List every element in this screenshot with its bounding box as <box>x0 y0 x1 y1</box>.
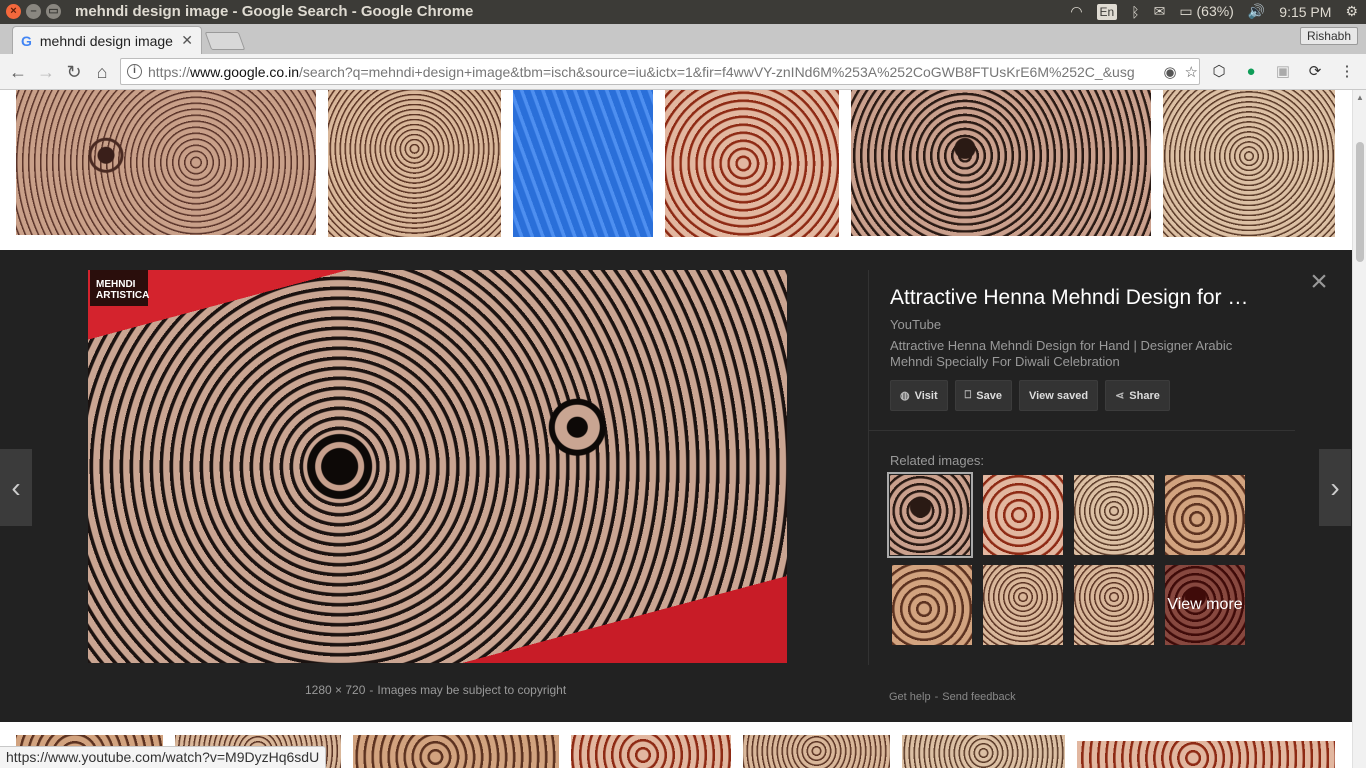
result-image-6[interactable] <box>1163 90 1335 237</box>
image-dimensions: 1280 × 720 <box>305 683 366 697</box>
window-maximize-button[interactable]: ▭ <box>46 4 61 19</box>
volume-icon[interactable]: 🔊 <box>1248 3 1265 20</box>
url-path: /search?q=mehndi+design+image&tbm=isch&s… <box>298 63 1135 80</box>
tab-google-search[interactable]: G mehndi design image ✕ <box>12 26 202 54</box>
chrome-menu-icon[interactable]: ⋮ <box>1337 62 1357 82</box>
preview-actions: ◍ Visit ⎕ Save View saved ⋖ Share <box>890 380 1170 411</box>
extension-grammarly-icon[interactable]: ● <box>1241 62 1261 82</box>
window-minimize-button[interactable]: – <box>26 4 41 19</box>
omnibox-actions: ◉ ☆ <box>1163 63 1198 81</box>
view-saved-button[interactable]: View saved <box>1018 380 1099 411</box>
window-controls: × – ▭ <box>6 4 61 19</box>
clock[interactable]: 9:15 PM <box>1279 4 1331 20</box>
extension-sync-icon[interactable]: ⟳ <box>1305 62 1325 82</box>
preview-description: Attractive Henna Mehndi Design for Hand … <box>890 338 1233 369</box>
battery-indicator[interactable]: ▭ (63%) <box>1179 3 1233 20</box>
page-scrollbar[interactable]: ▲ <box>1352 90 1366 768</box>
image-preview-panel: MEHNDI ARTISTICA ‹ › × 1280 × 720- Images … <box>0 250 1352 722</box>
preview-main-image[interactable] <box>88 270 787 663</box>
wifi-icon[interactable]: ◠ <box>1070 3 1082 20</box>
related-image-1[interactable] <box>887 472 973 558</box>
bookmark-icon: ⎕ <box>964 389 972 401</box>
browser-toolbar: ← → ↻ ⌂ i https://www.google.co.in/searc… <box>0 54 1366 90</box>
preview-title[interactable]: Attractive Henna Mehndi Design for … <box>890 286 1270 310</box>
preview-footer: Get help - Send feedback <box>889 691 1016 703</box>
tab-strip: G mehndi design image ✕ Rishabh <box>0 24 1366 54</box>
address-bar[interactable]: i https://www.google.co.in/search?q=mehn… <box>120 58 1200 85</box>
keyboard-language[interactable]: En <box>1096 3 1118 20</box>
site-info-icon[interactable]: i <box>127 64 142 79</box>
close-preview-icon[interactable]: × <box>1307 267 1331 297</box>
channel-logo: MEHNDI ARTISTICA <box>90 270 149 306</box>
status-bar-url: https://www.youtube.com/watch?v=M9DyzHq6… <box>0 746 327 768</box>
extension-camera-icon[interactable]: ▣ <box>1273 62 1293 82</box>
back-arrow-icon[interactable]: ← <box>6 60 30 84</box>
window-close-button[interactable]: × <box>6 4 21 19</box>
related-image-4[interactable] <box>1165 475 1245 555</box>
search-results-area: MEHNDI ARTISTICA ‹ › × 1280 × 720- Images … <box>0 90 1352 768</box>
next-image-button[interactable]: › <box>1319 449 1351 526</box>
result-image-10[interactable] <box>571 735 731 768</box>
image-meta: 1280 × 720- Images may be subject to copy… <box>305 683 567 697</box>
battery-icon: ▭ <box>1179 3 1193 19</box>
share-icon: ⋖ <box>1115 390 1125 402</box>
profile-button[interactable]: Rishabh <box>1299 27 1358 45</box>
view-more-tile[interactable]: View more <box>1165 565 1245 645</box>
google-favicon-icon: G <box>21 32 32 49</box>
visit-button[interactable]: ◍ Visit <box>890 380 948 411</box>
tab-close-icon[interactable]: ✕ <box>181 32 193 49</box>
share-button[interactable]: ⋖ Share <box>1105 380 1170 411</box>
divider <box>869 430 1295 431</box>
scrollbar-thumb[interactable] <box>1356 142 1364 262</box>
system-tray: ◠ En ᛒ ✉ ▭ (63%) 🔊 9:15 PM ⚙ <box>1070 3 1358 20</box>
save-button[interactable]: ⎕ Save <box>954 380 1012 411</box>
scroll-up-arrow-icon[interactable]: ▲ <box>1356 93 1364 102</box>
result-image-12[interactable] <box>902 735 1065 768</box>
result-image-1[interactable] <box>16 90 316 235</box>
new-tab-button[interactable] <box>204 32 246 50</box>
bluetooth-icon[interactable]: ᛒ <box>1131 4 1139 20</box>
tab-title: mehndi design image <box>39 32 173 49</box>
window-title: mehndi design image - Google Search - Go… <box>75 3 474 20</box>
result-image-2[interactable] <box>328 90 501 237</box>
send-feedback-link[interactable]: Send feedback <box>942 691 1015 703</box>
related-image-5[interactable] <box>892 565 972 645</box>
forward-arrow-icon[interactable]: → <box>34 60 58 84</box>
home-icon[interactable]: ⌂ <box>90 60 114 84</box>
result-image-4[interactable] <box>665 90 839 237</box>
result-image-13[interactable] <box>1077 741 1335 768</box>
globe-icon: ◍ <box>900 390 910 402</box>
result-image-3[interactable] <box>513 90 653 237</box>
related-image-2[interactable] <box>983 475 1063 555</box>
result-image-9[interactable] <box>353 735 559 768</box>
previous-image-button[interactable]: ‹ <box>0 449 32 526</box>
location-icon[interactable]: ◉ <box>1163 63 1176 81</box>
extension-cube-icon[interactable]: ⬡ <box>1209 62 1229 82</box>
url-host: www.google.co.in <box>190 63 299 80</box>
result-image-11[interactable] <box>743 735 890 768</box>
battery-percent: (63%) <box>1196 3 1234 19</box>
result-image-5-selected[interactable] <box>851 90 1151 236</box>
preview-source[interactable]: YouTube <box>890 317 941 332</box>
os-top-bar: × – ▭ mehndi design image - Google Searc… <box>0 0 1366 24</box>
settings-gear-icon[interactable]: ⚙ <box>1345 3 1358 20</box>
bookmark-star-icon[interactable]: ☆ <box>1185 63 1198 81</box>
get-help-link[interactable]: Get help <box>889 691 931 703</box>
related-image-3[interactable] <box>1074 475 1154 555</box>
related-image-7[interactable] <box>1074 565 1154 645</box>
url-scheme: https:// <box>148 63 191 80</box>
reload-icon[interactable]: ↻ <box>62 60 86 84</box>
related-images-label: Related images: <box>890 453 984 468</box>
copyright-note: Images may be subject to copyright <box>377 683 567 697</box>
related-image-6[interactable] <box>983 565 1063 645</box>
mail-icon[interactable]: ✉ <box>1154 3 1166 20</box>
preview-info-column: Attractive Henna Mehndi Design for … You… <box>868 270 1295 703</box>
view-more-label: View more <box>1165 565 1245 645</box>
